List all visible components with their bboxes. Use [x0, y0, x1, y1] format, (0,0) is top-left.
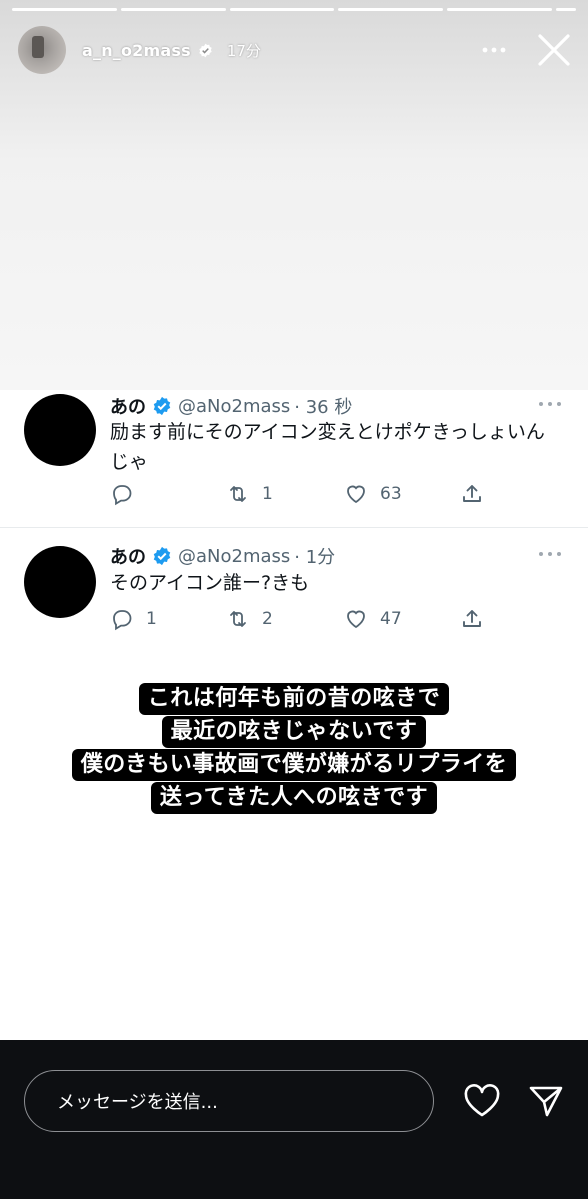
reply-button[interactable]: 1	[110, 607, 157, 631]
progress-segment	[555, 8, 576, 11]
tweet-text: 励ます前にそのアイコン変えとけポケきっしょいん じゃ	[110, 417, 570, 477]
retweet-button[interactable]: 2	[226, 607, 273, 631]
tweet-card[interactable]: あの @aNo2mass · 1分 そのアイコン誰ー?きも 1 2 47	[0, 540, 588, 650]
story-caption: これは何年も前の昔の呟きで 最近の呟きじゃないです 僕のきもい事故画で僕が嫌がる…	[0, 682, 588, 814]
reply-button[interactable]	[110, 482, 146, 506]
tweet-text-line: そのアイコン誰ー?きも	[110, 572, 310, 594]
reply-icon	[113, 485, 132, 506]
reply-count: 1	[146, 609, 157, 629]
send-icon[interactable]	[528, 1084, 564, 1118]
like-button[interactable]: 63	[344, 482, 402, 506]
like-count: 63	[380, 484, 402, 504]
retweet-count: 1	[262, 484, 273, 504]
verified-badge-icon	[153, 546, 171, 566]
share-button[interactable]	[460, 482, 484, 506]
heart-icon	[347, 485, 365, 504]
verified-badge-icon	[153, 396, 171, 416]
progress-segment	[120, 8, 226, 11]
tweet-actions: 1 2 47	[110, 607, 490, 633]
share-icon	[463, 485, 481, 502]
tweet-avatar[interactable]	[24, 394, 96, 466]
retweet-count: 2	[262, 609, 273, 629]
tweet-meta: あの @aNo2mass · 1分	[110, 543, 335, 569]
caption-line: 最近の呟きじゃないです	[161, 716, 427, 748]
more-horizontal-icon[interactable]	[480, 40, 508, 60]
caption-line: これは何年も前の昔の呟きで	[138, 683, 450, 715]
tweet-divider	[0, 527, 588, 528]
tweet-more-icon[interactable]	[538, 550, 562, 558]
tweet-display-name[interactable]: あの	[110, 543, 146, 569]
avatar[interactable]	[18, 26, 66, 74]
story-header: a_n_o2mass 17分	[18, 24, 574, 76]
reply-icon	[113, 610, 132, 631]
story-time: 17分	[226, 41, 261, 60]
like-count: 47	[380, 609, 402, 629]
tweet-text: そのアイコン誰ー?きも	[110, 568, 570, 598]
tweet-handle[interactable]: @aNo2mass	[178, 546, 290, 567]
progress-segment	[338, 8, 444, 11]
share-button[interactable]	[460, 607, 484, 631]
reply-bar: メッセージを送信...	[0, 1040, 588, 1199]
tweet-handle[interactable]: @aNo2mass	[178, 396, 290, 417]
tweet-text-line: じゃ	[110, 451, 149, 473]
caption-line: 送ってきた人への呟きです	[150, 782, 438, 814]
progress-segment	[12, 8, 117, 11]
message-placeholder: メッセージを送信...	[57, 1092, 218, 1113]
share-icon	[463, 610, 481, 627]
tweet-card[interactable]: あの @aNo2mass · 36 秒 励ます前にそのアイコン変えとけポケきっし…	[0, 390, 588, 527]
tweet-time: · 1分	[294, 547, 336, 568]
verified-badge-icon	[199, 43, 212, 57]
retweet-icon	[230, 611, 246, 627]
retweet-icon	[230, 486, 246, 502]
tweet-actions: 1 63	[110, 482, 490, 508]
progress-segment	[447, 8, 552, 11]
tweet-more-icon[interactable]	[538, 400, 562, 408]
story-viewer[interactable]: a_n_o2mass 17分 あの @aNo2mass · 36 秒 励ます前に…	[0, 0, 588, 1040]
message-input[interactable]: メッセージを送信...	[24, 1070, 434, 1132]
heart-icon	[347, 610, 365, 629]
like-button[interactable]: 47	[344, 607, 402, 631]
story-progress-bar	[12, 8, 576, 11]
heart-icon[interactable]	[463, 1084, 501, 1118]
retweet-button[interactable]: 1	[226, 482, 273, 506]
tweet-display-name[interactable]: あの	[110, 393, 146, 419]
progress-segment	[229, 8, 335, 11]
close-icon[interactable]	[536, 32, 572, 68]
tweet-time: · 36 秒	[294, 397, 353, 418]
story-username[interactable]: a_n_o2mass	[82, 41, 191, 60]
tweet-meta: あの @aNo2mass · 36 秒	[110, 393, 352, 419]
tweet-avatar[interactable]	[24, 546, 96, 618]
caption-line: 僕のきもい事故画で僕が嫌がるリプライを	[71, 749, 517, 781]
tweet-text-line: 励ます前にそのアイコン変えとけポケきっしょいん	[110, 421, 545, 443]
